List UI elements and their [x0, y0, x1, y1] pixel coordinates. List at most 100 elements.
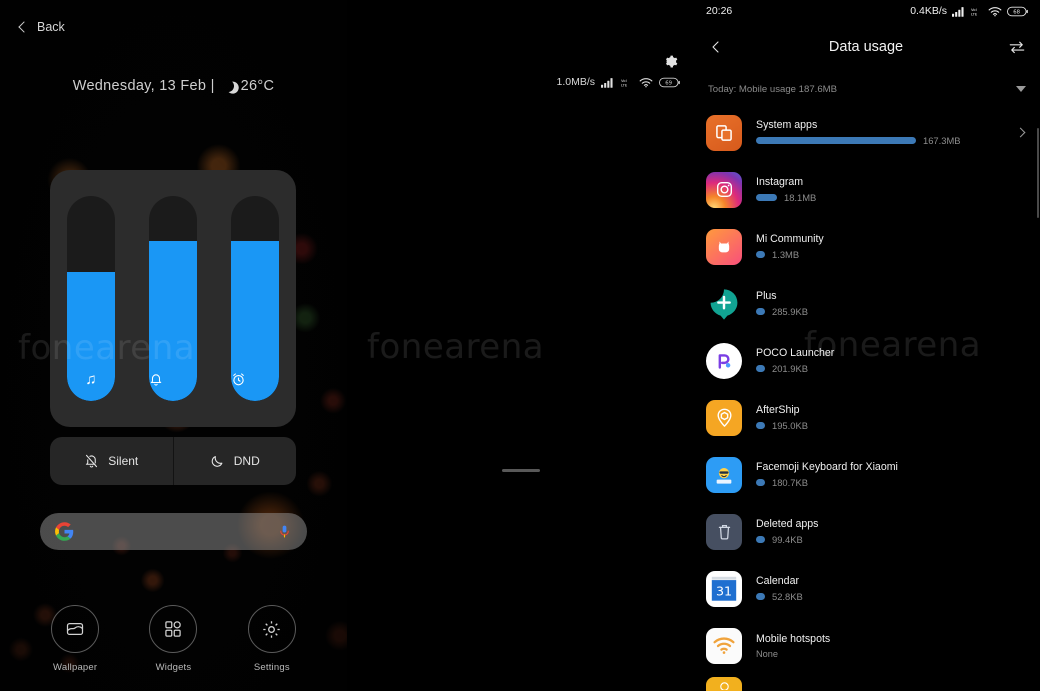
google-g-icon — [55, 522, 74, 541]
app-name: AfterShip — [756, 404, 800, 416]
qs-status-bar: 1.0MB/s VoI LTE 69 — [556, 76, 680, 88]
app-name: Mobile hotspots — [756, 632, 831, 645]
app-size: 195.0KB — [772, 420, 808, 431]
scrollbar[interactable] — [1037, 128, 1039, 218]
usage-bar — [756, 137, 916, 144]
bell-muted-icon — [84, 453, 99, 469]
list-item[interactable]: 31 Calendar 52.8KB — [694, 560, 1040, 617]
dock-label-wallpaper: Wallpaper — [53, 662, 98, 673]
bell-icon — [149, 372, 197, 387]
svg-text:VoI: VoI — [971, 8, 977, 12]
music-note-icon: ♫ — [85, 371, 97, 388]
right-panel-data-usage: 20:26 0.4KB/s VoI LTE 68 Data usage Toda… — [694, 0, 1040, 691]
microphone-icon[interactable] — [277, 523, 292, 540]
partial-app-icon — [706, 677, 742, 691]
volume-slider-media[interactable]: ♫ — [67, 196, 115, 401]
battery-level: 68 — [1013, 9, 1020, 15]
home-edit-dock: Wallpaper Widgets Settings — [0, 605, 347, 673]
system-apps-icon — [706, 114, 742, 151]
silent-mode-label: Silent — [108, 454, 139, 468]
svg-text:LTE: LTE — [621, 83, 628, 87]
wifi-icon — [639, 77, 653, 88]
signal-bars-icon — [601, 77, 615, 88]
qs-net-speed: 1.0MB/s — [556, 76, 595, 88]
back-button[interactable]: Back — [18, 20, 65, 34]
chevron-right-icon[interactable] — [1015, 127, 1026, 138]
usage-bar — [756, 536, 765, 543]
alarm-clock-icon — [231, 372, 279, 387]
svg-text:LTE: LTE — [971, 12, 978, 16]
usage-bar — [756, 308, 765, 315]
app-name: Mi Community — [756, 233, 824, 245]
battery-level: 69 — [665, 80, 672, 86]
drag-handle[interactable] — [501, 469, 540, 472]
app-name: Deleted apps — [756, 518, 819, 530]
app-size: 99.4KB — [772, 534, 803, 545]
moon-icon — [210, 453, 225, 469]
mid-panel-quick-settings: 20:22 Wed, 13 Feb 1.0MB/s VoILTE — [347, 0, 694, 691]
dock-item-settings[interactable]: Settings — [229, 605, 315, 673]
page-title: Data usage — [828, 39, 904, 55]
list-item[interactable]: AfterShip 195.0KB — [694, 389, 1040, 446]
moon-icon — [220, 78, 235, 93]
app-name: System apps — [756, 119, 818, 131]
dnd-mode-label: DND — [233, 454, 260, 468]
usage-bar — [756, 422, 765, 429]
usage-summary-text: Today: Mobile usage 187.6MB — [708, 83, 838, 95]
qs-settings-gear-icon[interactable] — [660, 52, 679, 71]
list-item[interactable]: System apps 167.3MB — [694, 104, 1040, 161]
calendar-icon: 31 — [706, 570, 742, 607]
back-label: Back — [37, 20, 65, 34]
dock-item-wallpaper[interactable]: Wallpaper — [32, 605, 118, 673]
list-item[interactable] — [694, 674, 1040, 691]
app-size: 180.7KB — [772, 477, 808, 488]
volume-panel: ♫ — [50, 170, 296, 427]
temperature: 26°C — [240, 78, 275, 94]
aftership-icon — [706, 399, 742, 436]
status-net-speed: 0.4KB/s — [910, 5, 947, 17]
list-item[interactable]: Mobile hotspots None — [694, 617, 1040, 674]
poco-launcher-icon — [706, 342, 742, 379]
silent-mode-button[interactable]: Silent — [50, 437, 173, 485]
plus-icon — [706, 286, 742, 322]
battery-indicator: 68 — [1007, 6, 1028, 17]
list-item[interactable]: Facemoji Keyboard for Xiaomi 180.7KB — [694, 446, 1040, 503]
list-item[interactable]: Deleted apps 99.4KB — [694, 503, 1040, 560]
list-item[interactable]: Plus 285.9KB — [694, 275, 1040, 332]
svg-text:VoI: VoI — [621, 79, 627, 83]
instagram-icon — [706, 171, 742, 208]
facemoji-icon — [706, 456, 742, 493]
google-search-bar[interactable] — [40, 513, 307, 550]
list-item[interactable]: Instagram 18.1MB — [694, 161, 1040, 218]
data-transfer-icon[interactable] — [1008, 39, 1026, 55]
usage-bar — [756, 365, 765, 372]
trash-icon — [706, 513, 742, 550]
screenshot-root: Back Wednesday, 13 Feb | 26°C ♫ Silent D… — [0, 0, 1040, 691]
app-size: 201.9KB — [772, 363, 808, 374]
status-time: 20:26 — [706, 5, 733, 17]
volume-slider-alarm[interactable] — [231, 196, 279, 401]
widgets-grid-icon — [149, 605, 198, 653]
dock-item-widgets[interactable]: Widgets — [130, 605, 216, 673]
app-size: 167.3MB — [923, 135, 961, 146]
app-size: 1.3MB — [772, 249, 800, 260]
usage-bar — [756, 251, 765, 258]
chevron-down-icon[interactable] — [1016, 86, 1026, 92]
app-name: Calendar — [756, 575, 799, 587]
app-usage-list[interactable]: System apps 167.3MB Instagram 18.1MB Mi … — [694, 104, 1040, 691]
list-item[interactable]: Mi Community 1.3MB — [694, 218, 1040, 275]
date-weather: Wednesday, 13 Feb | 26°C — [0, 78, 347, 94]
list-item[interactable]: POCO Launcher 201.9KB — [694, 332, 1040, 389]
volte-icon: VoI LTE — [621, 77, 633, 88]
usage-bar — [756, 194, 777, 201]
dnd-mode-button[interactable]: DND — [172, 437, 297, 485]
back-chevron-icon[interactable] — [708, 38, 724, 56]
wallpaper-icon — [51, 605, 100, 653]
usage-summary-row[interactable]: Today: Mobile usage 187.6MB — [694, 78, 1040, 100]
app-size: 285.9KB — [772, 306, 808, 317]
watermark: fonearena — [367, 327, 545, 367]
volume-slider-ringtone[interactable] — [149, 196, 197, 401]
app-name: Instagram — [756, 176, 804, 188]
dock-label-settings: Settings — [253, 662, 290, 673]
battery-indicator: 69 — [659, 77, 680, 88]
